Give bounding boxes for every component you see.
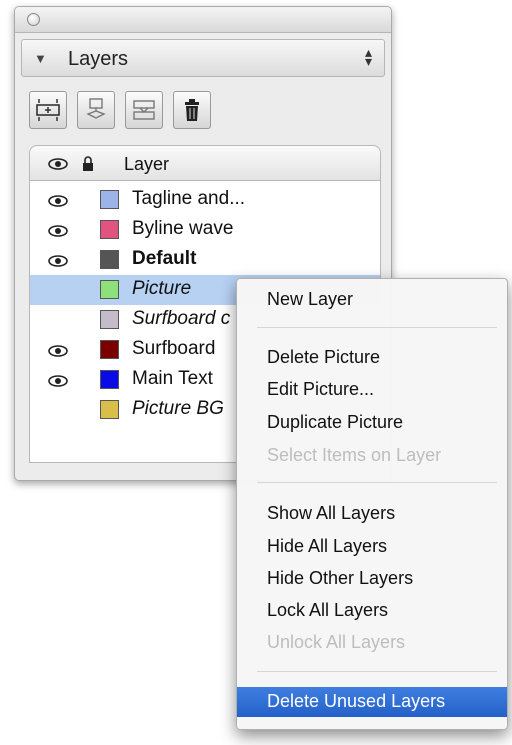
layer-row[interactable]: Default bbox=[30, 245, 380, 275]
edit-layer-icon bbox=[86, 98, 106, 119]
layer-name: Main Text bbox=[132, 368, 213, 389]
panel-header[interactable]: ▼ Layers ▴ ▾ bbox=[21, 39, 385, 77]
visibility-toggle[interactable] bbox=[48, 194, 68, 212]
move-items-icon bbox=[133, 100, 155, 120]
menu-item-hide-all-layers[interactable]: Hide All Layers bbox=[267, 536, 387, 557]
palette-titlebar[interactable] bbox=[15, 7, 391, 33]
layer-color-swatch[interactable] bbox=[100, 280, 119, 299]
layer-color-swatch[interactable] bbox=[100, 400, 119, 419]
lock-column-icon[interactable] bbox=[82, 156, 94, 172]
layer-name: Tagline and... bbox=[132, 188, 246, 209]
visibility-toggle[interactable] bbox=[48, 254, 68, 272]
layer-color-swatch[interactable] bbox=[100, 250, 119, 269]
menu-item-edit-picture[interactable]: Edit Picture... bbox=[267, 379, 374, 400]
menu-item-show-all-layers[interactable]: Show All Layers bbox=[267, 503, 395, 524]
visibility-toggle[interactable] bbox=[48, 344, 68, 362]
layer-row[interactable]: Tagline and... bbox=[30, 185, 380, 215]
eye-icon bbox=[48, 195, 68, 207]
layer-row[interactable]: Byline wave bbox=[30, 215, 380, 245]
move-items-button[interactable] bbox=[125, 91, 163, 129]
disclosure-triangle-icon[interactable]: ▼ bbox=[34, 51, 47, 66]
eye-icon bbox=[48, 345, 68, 357]
menu-item-delete-unused-layers-label: Delete Unused Layers bbox=[267, 691, 446, 711]
visibility-toggle[interactable] bbox=[48, 224, 68, 242]
layer-name: Picture BG bbox=[132, 398, 224, 419]
visibility-column-eye-icon[interactable] bbox=[48, 158, 68, 170]
menu-item-duplicate-picture[interactable]: Duplicate Picture bbox=[267, 412, 403, 433]
trash-icon bbox=[185, 99, 199, 121]
menu-item-lock-all-layers[interactable]: Lock All Layers bbox=[267, 600, 388, 621]
delete-layer-button[interactable] bbox=[173, 91, 211, 129]
layer-color-swatch[interactable] bbox=[100, 310, 119, 329]
new-layer-button[interactable] bbox=[29, 91, 67, 129]
menu-separator bbox=[257, 482, 497, 483]
eye-icon bbox=[48, 255, 68, 267]
layer-color-swatch[interactable] bbox=[100, 340, 119, 359]
layer-color-swatch[interactable] bbox=[100, 370, 119, 389]
panel-menu-arrows-icon[interactable]: ▴ ▾ bbox=[365, 45, 372, 68]
menu-item-delete-unused-layers[interactable]: Delete Unused Layers bbox=[237, 687, 507, 717]
layer-color-swatch[interactable] bbox=[100, 190, 119, 209]
menu-separator bbox=[257, 327, 497, 328]
new-layer-icon bbox=[36, 99, 60, 121]
layer-name: Surfboard bbox=[132, 338, 216, 359]
layer-name: Surfboard c bbox=[132, 308, 231, 329]
eye-icon bbox=[48, 225, 68, 237]
menu-item-hide-other-layers[interactable]: Hide Other Layers bbox=[267, 568, 413, 589]
close-button[interactable] bbox=[27, 13, 40, 26]
eye-icon bbox=[48, 375, 68, 387]
menu-item-unlock-all-layers: Unlock All Layers bbox=[267, 632, 406, 652]
layers-list-header: Layer bbox=[29, 145, 381, 181]
layer-name: Default bbox=[132, 248, 197, 269]
menu-item-new-layer[interactable]: New Layer bbox=[267, 289, 353, 310]
layer-color-swatch[interactable] bbox=[100, 220, 119, 239]
visibility-toggle[interactable] bbox=[48, 374, 68, 392]
layers-context-menu: New Layer Delete Picture Edit Picture...… bbox=[236, 278, 508, 730]
layer-name: Picture bbox=[132, 278, 192, 299]
layer-column-label: Layer bbox=[124, 154, 170, 174]
menu-separator bbox=[257, 671, 497, 672]
layer-name: Byline wave bbox=[132, 218, 234, 239]
menu-item-delete-picture[interactable]: Delete Picture bbox=[267, 347, 380, 368]
menu-item-select-items-on-layer: Select Items on Layer bbox=[267, 445, 442, 465]
edit-layer-button[interactable] bbox=[77, 91, 115, 129]
panel-title: Layers bbox=[68, 48, 129, 70]
